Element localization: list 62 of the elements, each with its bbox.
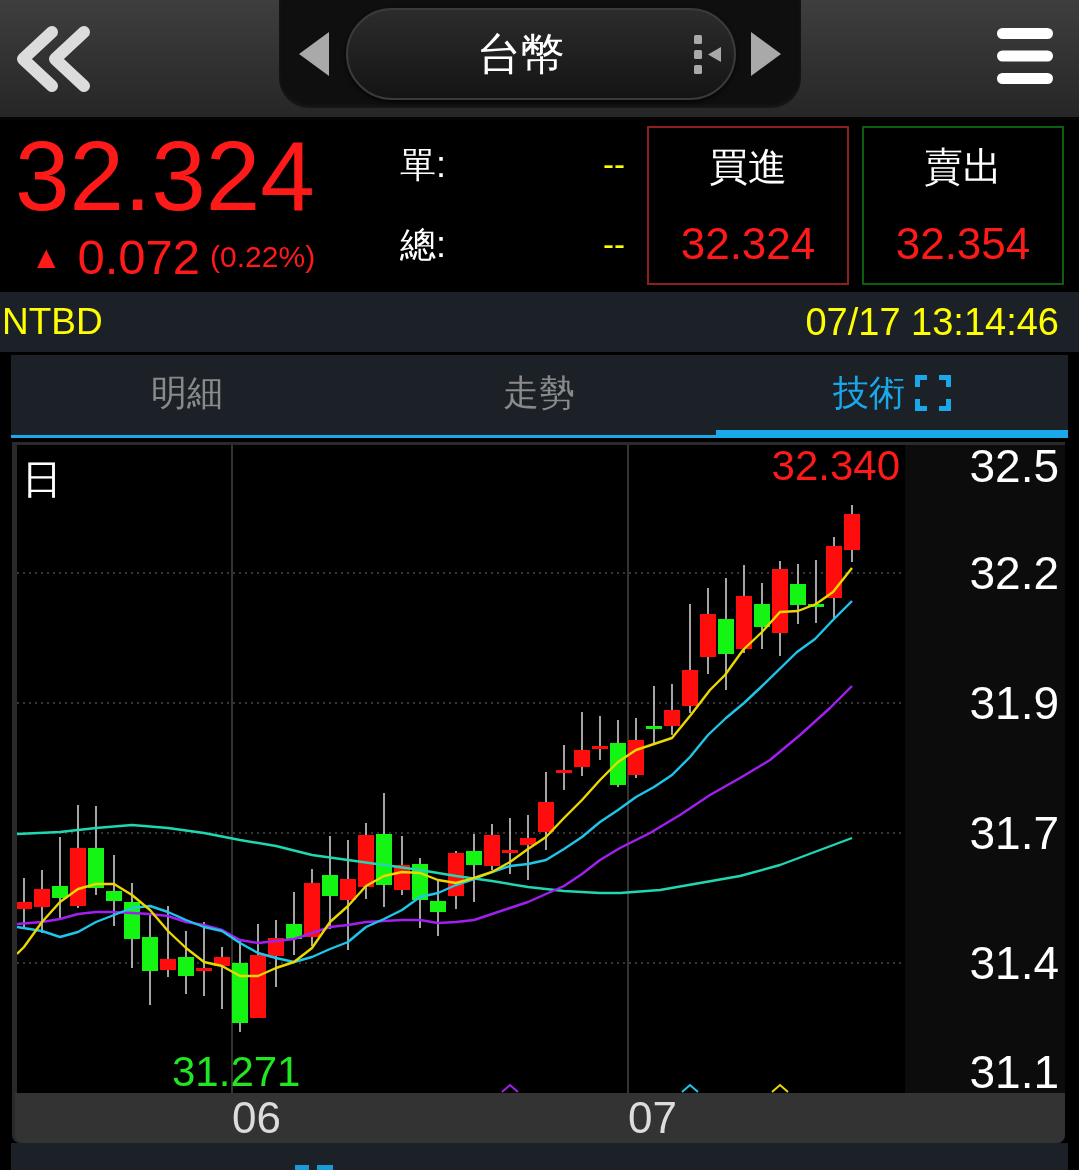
double-chevron-icon[interactable]: [14, 24, 92, 94]
candlestick: [754, 582, 770, 650]
axis-label: 31.4: [969, 940, 1059, 986]
period-label: 日: [22, 459, 62, 499]
buy-button[interactable]: 買進 32.324: [647, 126, 849, 285]
axis-label: 32.5: [969, 443, 1059, 489]
price-change: 0.072: [77, 231, 201, 283]
change-arrow: ▲: [37, 243, 56, 271]
tab[interactable]: 技術: [715, 355, 1068, 435]
candlestick: [214, 946, 230, 1010]
candlestick: [520, 814, 536, 881]
last-price: 32.324: [15, 127, 315, 225]
candlestick: [574, 711, 590, 777]
axis-label: 31.1: [969, 1049, 1059, 1095]
expand-icon[interactable]: [914, 374, 951, 411]
tab[interactable]: 明細: [11, 355, 364, 435]
candlestick: [17, 877, 32, 930]
axis-label: 06: [232, 1096, 281, 1140]
timestamp: 07/17 13:14:46: [805, 300, 1059, 344]
candlestick: [448, 850, 464, 910]
candlestick: [646, 685, 662, 746]
sell-button[interactable]: 賣出 32.354: [862, 126, 1064, 285]
volume-label: 單:: [400, 145, 447, 185]
candlestick: [430, 879, 446, 937]
axis-label: 31.7: [969, 810, 1059, 856]
candlestick: [484, 823, 500, 871]
candlestick: [502, 817, 518, 875]
caret-marker-icon: [681, 1083, 699, 1093]
candlestick: [610, 719, 626, 788]
high-price-label: 32.340: [771, 445, 900, 487]
caret-marker-icon: [771, 1083, 789, 1093]
tab[interactable]: 走勢: [363, 355, 716, 435]
candlestick: [790, 563, 806, 625]
candlestick: [268, 919, 284, 988]
candlestick: [592, 715, 608, 761]
candlestick: [628, 717, 644, 779]
candlestick: [394, 835, 410, 896]
change-percent: (0.22%): [210, 240, 316, 274]
symbol-code: NTBD: [2, 300, 103, 344]
candlestick: [178, 930, 194, 995]
candlestick: [412, 857, 428, 929]
candlestick: [466, 833, 482, 903]
title-selector[interactable]: 台幣: [345, 8, 736, 100]
candlestick: [34, 869, 50, 934]
low-price-label: 31.271: [172, 1051, 301, 1093]
right-triangle-icon[interactable]: [750, 32, 781, 76]
candlestick: [844, 504, 860, 563]
candlestick: [556, 744, 572, 791]
candlestick: [286, 891, 302, 956]
axis-label: 07: [628, 1096, 677, 1140]
axis-label: 32.2: [969, 550, 1059, 596]
left-triangle-icon[interactable]: [298, 32, 329, 76]
partial-icon: [295, 1165, 333, 1170]
volume-label: 總:: [400, 225, 447, 265]
menu-icon[interactable]: [997, 28, 1053, 84]
volume-value: --: [603, 147, 625, 183]
list-toggle-icon[interactable]: [693, 34, 721, 74]
axis-label: 31.9: [969, 680, 1059, 726]
candlestick: [664, 683, 680, 736]
volume-value: --: [603, 227, 625, 263]
caret-marker-icon: [501, 1083, 519, 1093]
candlestick: [808, 559, 824, 624]
